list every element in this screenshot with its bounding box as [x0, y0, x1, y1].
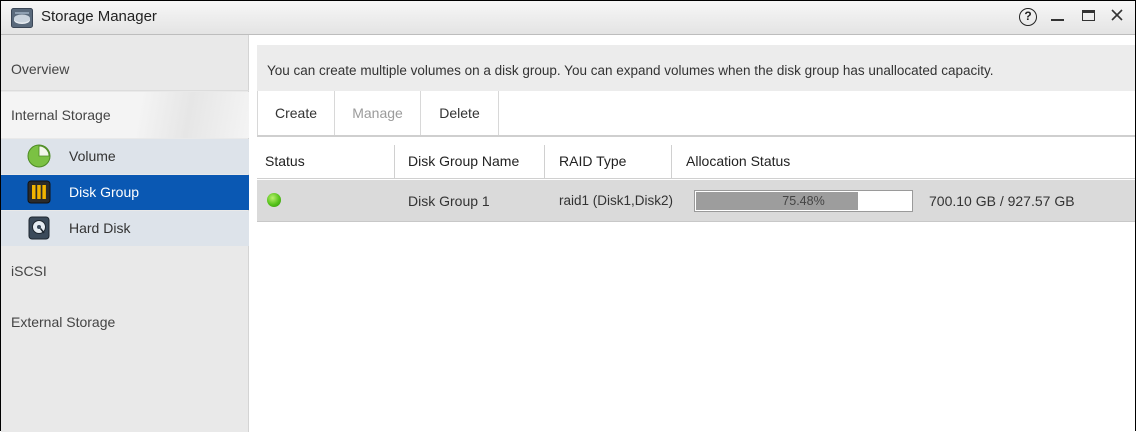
delete-button[interactable]: Delete [421, 91, 499, 135]
sidebar-item-label: Hard Disk [69, 220, 131, 236]
toolbar: Create Manage Delete [257, 91, 1135, 137]
allocation-progress-bar: 75.48% [694, 190, 913, 212]
column-header-disk-group-name[interactable]: Disk Group Name [395, 145, 545, 178]
sidebar-item-internal-storage[interactable]: Internal Storage [1, 92, 249, 138]
allocation-percent-label: 75.48% [782, 194, 825, 208]
disk-group-name-cell: Disk Group 1 [408, 193, 490, 209]
sidebar-item-overview[interactable]: Overview [1, 47, 249, 91]
column-header-raid-type[interactable]: RAID Type [545, 145, 672, 178]
help-icon[interactable]: ? [1019, 8, 1037, 26]
sidebar-item-hard-disk[interactable]: Hard Disk [1, 211, 249, 246]
sidebar-item-iscsi[interactable]: iSCSI [1, 249, 249, 293]
title-bar[interactable]: Storage Manager ? [1, 1, 1135, 35]
volume-icon [27, 144, 51, 168]
status-ok-icon [267, 193, 281, 207]
capacity-cell: 700.10 GB / 927.57 GB [929, 193, 1075, 209]
sidebar: Overview Internal Storage Volume Disk Gr… [1, 35, 249, 432]
create-button[interactable]: Create [257, 91, 335, 135]
column-header-status[interactable]: Status [257, 145, 395, 178]
storage-manager-app-icon [11, 8, 33, 28]
sidebar-item-label: Volume [69, 148, 116, 164]
maximize-icon[interactable] [1082, 10, 1095, 21]
table-row[interactable]: Disk Group 1 raid1 (Disk1,Disk2) 75.48% … [257, 180, 1135, 222]
main-panel: You can create multiple volumes on a dis… [249, 35, 1135, 432]
close-icon[interactable] [1109, 7, 1125, 23]
sidebar-item-label: Disk Group [69, 184, 140, 200]
manage-button[interactable]: Manage [335, 91, 421, 135]
column-header-allocation-status[interactable]: Allocation Status [672, 145, 1135, 178]
storage-manager-window: Storage Manager ? Overview Internal Stor… [0, 0, 1136, 432]
minimize-icon[interactable] [1051, 19, 1064, 21]
window-title: Storage Manager [41, 8, 157, 25]
table-header: Status Disk Group Name RAID Type Allocat… [257, 145, 1135, 179]
sidebar-item-external-storage[interactable]: External Storage [1, 300, 249, 344]
raid-type-cell: raid1 (Disk1,Disk2) [559, 193, 674, 208]
info-message: You can create multiple volumes on a dis… [257, 45, 1135, 91]
sidebar-item-volume[interactable]: Volume [1, 139, 249, 174]
hard-disk-icon [28, 216, 50, 240]
sidebar-item-disk-group[interactable]: Disk Group [1, 175, 249, 210]
disk-group-icon [27, 180, 51, 204]
